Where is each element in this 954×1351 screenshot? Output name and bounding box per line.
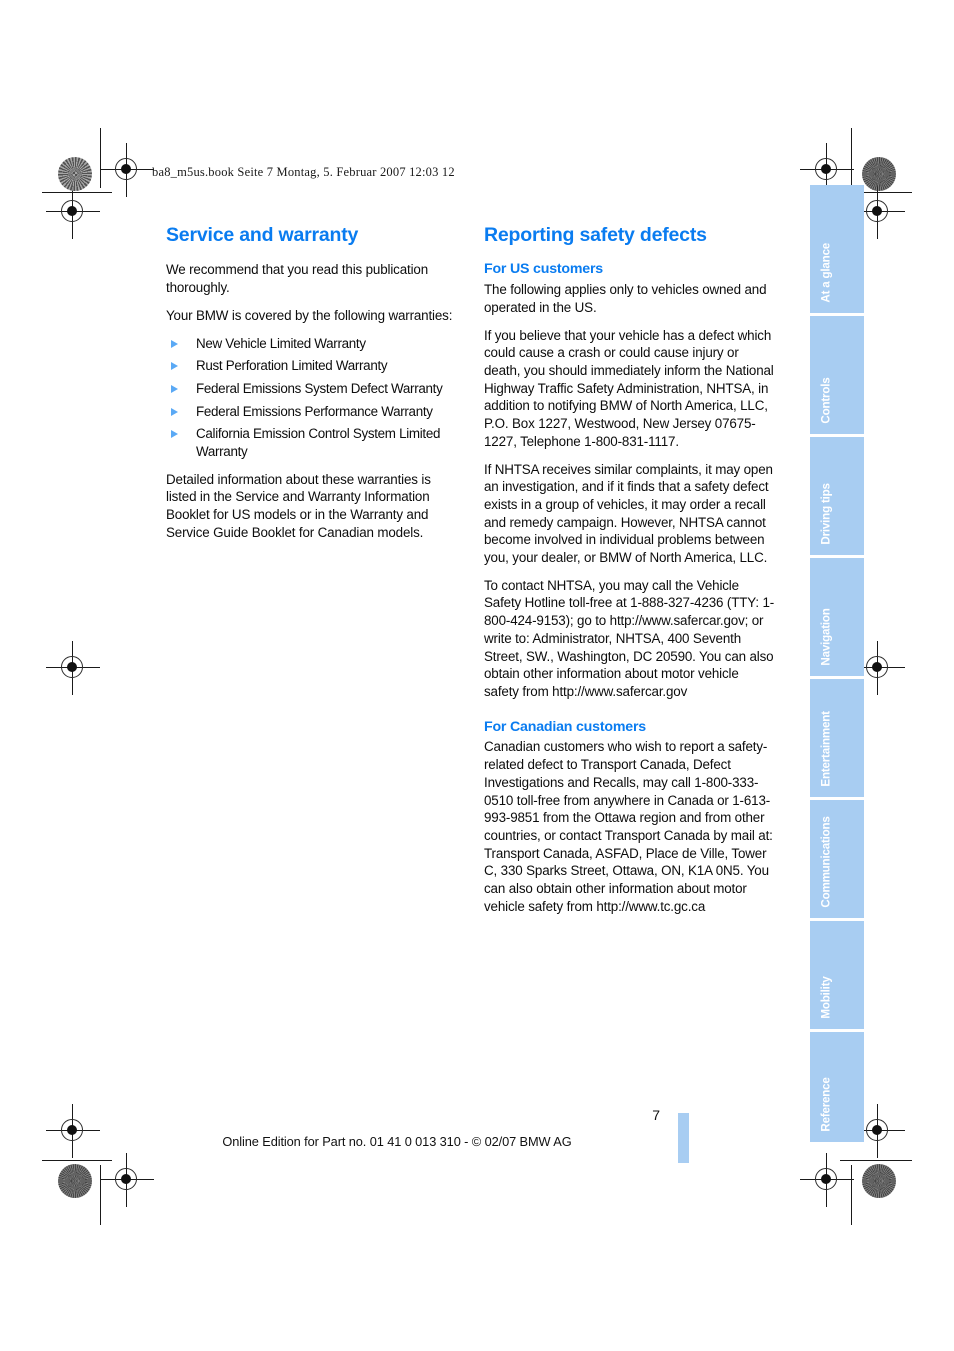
halftone-target-bottom-left [58,1164,92,1198]
sidebar-item-reference[interactable]: Reference [810,1032,864,1142]
sidebar-item-entertainment[interactable]: Entertainment [810,679,864,797]
sidebar-item-mobility[interactable]: Mobility [810,921,864,1029]
sidebar-item-navigation[interactable]: Navigation [810,558,864,676]
list-item-label: California Emission Control System Limit… [196,426,441,460]
manual-page: ba8_m5us.book Seite 7 Montag, 5. Februar… [0,0,954,1351]
registration-mark-bottom-right [800,1153,854,1207]
sidebar-item-communications[interactable]: Communications [810,800,864,918]
triangle-bullet-icon [171,339,178,348]
list-item: Federal Emissions System Defect Warranty [166,380,462,398]
halftone-target-top-left [58,157,92,191]
sidebar-item-label: Controls [819,377,833,424]
sidebar-item-label: Driving tips [819,483,833,545]
paragraph-canadian-transport-canada: Canadian customers who wish to report a … [484,739,773,914]
sidebar-item-label: At a glance [819,243,833,303]
paragraph-us-contact-nhtsa: To contact NHTSA, you may call the Vehic… [484,577,775,699]
footer-copyright: Online Edition for Part no. 01 41 0 013 … [0,1134,954,1149]
paragraph-us-applies-only: The following applies only to vehicles o… [484,282,767,315]
registration-mark-middle-left [46,641,100,695]
triangle-bullet-icon [171,362,178,371]
halftone-target-bottom-right [862,1164,896,1198]
page-title-reporting-safety-defects: Reporting safety defects [484,224,707,246]
page-title-service-and-warranty: Service and warranty [166,224,359,246]
sidebar-item-label: Entertainment [819,711,833,787]
paragraph-detailed-information: Detailed information about these warrant… [166,471,431,540]
triangle-bullet-icon [171,407,178,416]
list-item: California Emission Control System Limit… [166,425,462,460]
paragraph-us-defect-notify: If you believe that your vehicle has a d… [484,327,774,449]
paragraph-recommend-read: We recommend that you read this publicat… [166,262,429,296]
sidebar-item-at-a-glance[interactable]: At a glance [810,185,864,313]
list-item: New Vehicle Limited Warranty [166,335,462,353]
registration-mark-top-left [100,143,154,197]
paragraph-covered-by-warranties: Your BMW is covered by the following war… [166,307,453,323]
list-item: Rust Perforation Limited Warranty [166,357,462,375]
footer-copyright-text: Online Edition for Part no. 01 41 0 013 … [222,1134,572,1149]
sidebar-item-label: Navigation [819,608,833,666]
list-item-label: New Vehicle Limited Warranty [196,335,366,351]
halftone-target-top-right [862,157,896,191]
triangle-bullet-icon [171,384,178,393]
left-column: Service and warranty We recommend that y… [166,224,462,552]
subheading-for-us-customers: For US customers [484,261,604,278]
list-item-label: Rust Perforation Limited Warranty [196,358,388,374]
sidebar-item-label: Mobility [819,976,833,1019]
paragraph-us-nhtsa-investigation: If NHTSA receives similar complaints, it… [484,461,773,566]
sidebar-item-label: Reference [819,1077,833,1132]
file-header-line: ba8_m5us.book Seite 7 Montag, 5. Februar… [152,165,455,179]
sidebar-item-driving-tips[interactable]: Driving tips [810,437,864,555]
registration-mark-lower-left-outer [46,1104,100,1158]
warranty-list: New Vehicle Limited Warranty Rust Perfor… [166,335,462,461]
triangle-bullet-icon [171,430,178,439]
sidebar-item-controls[interactable]: Controls [810,316,864,434]
registration-mark-bottom-left [100,1153,154,1207]
registration-mark-upper-left-outer [46,185,100,239]
list-item: Federal Emissions Performance Warranty [166,403,462,421]
list-item-label: Federal Emissions System Defect Warranty [196,380,443,396]
right-column: Reporting safety defects For US customer… [484,224,776,925]
subheading-for-canadian-customers: For Canadian customers [484,718,646,735]
page-number: 7 [652,1107,660,1123]
section-index-tab-rail: At a glance Controls Driving tips Naviga… [810,185,864,1145]
sidebar-item-label: Communications [819,816,833,908]
list-item-label: Federal Emissions Performance Warranty [196,403,433,419]
